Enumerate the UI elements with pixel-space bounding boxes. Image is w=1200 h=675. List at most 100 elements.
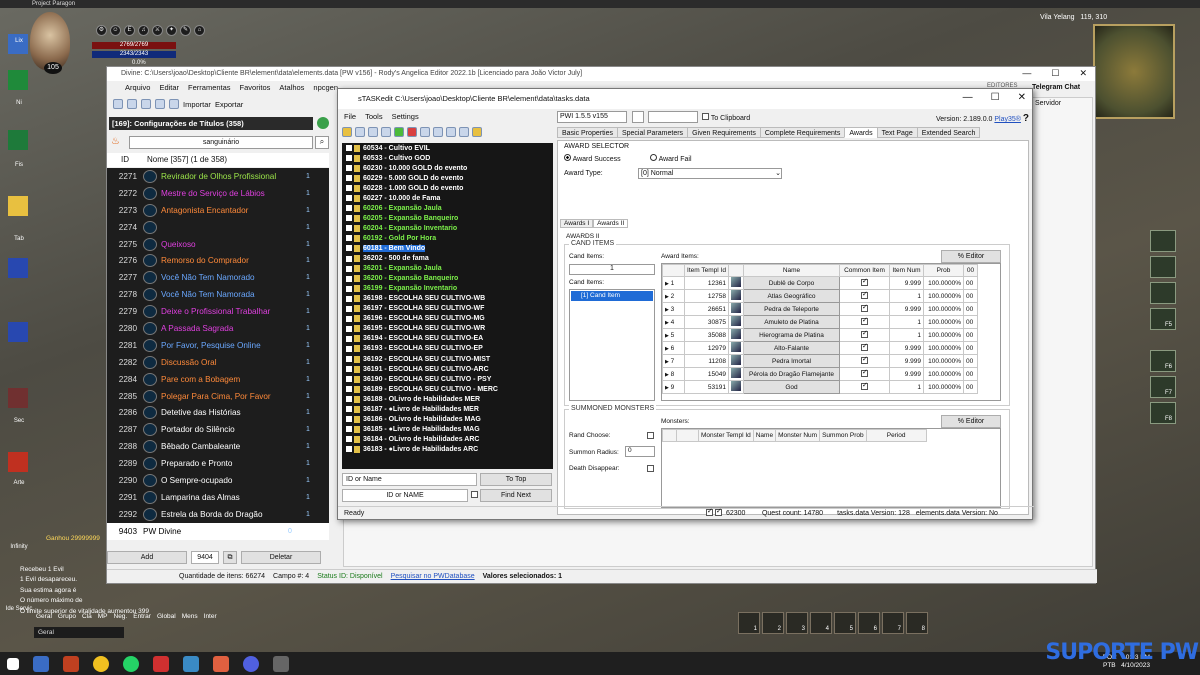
title-row[interactable]: 2275 Queixoso 1 xyxy=(107,236,329,253)
death-disappear-checkbox[interactable] xyxy=(647,465,654,474)
title-row[interactable]: 2286 Detetive das Histórias 1 xyxy=(107,404,329,421)
item-name[interactable]: God xyxy=(743,380,840,395)
item-templ-id[interactable]: 11208 xyxy=(684,354,729,369)
copy-icon[interactable] xyxy=(381,127,391,137)
cand-item-row[interactable]: [1] Cand Item xyxy=(571,291,653,301)
export-icon[interactable] xyxy=(368,127,378,137)
title-row[interactable]: 2278 Você Não Tem Namorada 1 xyxy=(107,286,329,303)
skill-slot[interactable]: 1 xyxy=(738,612,760,634)
common-item-checkbox[interactable] xyxy=(839,315,890,330)
common-item-checkbox[interactable] xyxy=(839,380,890,395)
list-buttons[interactable]: Add 9404 ⧉ Deletar xyxy=(107,549,329,565)
task-row[interactable]: 36187 - ●Livro de Habilidades MER xyxy=(342,404,553,414)
save-icon[interactable] xyxy=(169,99,179,109)
item-name[interactable]: Pérola do Dragão Flamejante xyxy=(743,367,840,382)
chrome-icon[interactable] xyxy=(93,655,109,672)
hotkey-f8[interactable]: F8 xyxy=(1150,402,1176,424)
version-select[interactable]: PWI 1.5.5 v155 xyxy=(557,111,627,123)
chat-tab[interactable]: Neg. xyxy=(114,613,128,623)
task-list[interactable]: 60534 - Cultivo EVIL 60533 - Cultivo GOD 6… xyxy=(342,143,553,469)
desktop-icon[interactable] xyxy=(8,452,28,472)
maximize-icon[interactable]: ☐ xyxy=(991,92,1000,103)
item-num[interactable]: 1 xyxy=(889,289,924,304)
minimize-icon[interactable]: — xyxy=(1022,68,1031,79)
next-icon[interactable] xyxy=(433,127,443,137)
skill-slot[interactable]: 8 xyxy=(906,612,928,634)
task-row[interactable]: 60227 - 10.000 de Fama xyxy=(342,193,553,203)
hotkey-slot[interactable] xyxy=(1150,282,1176,304)
title-row[interactable]: 2279 Deixe o Profissional Trabalhar 1 xyxy=(107,303,329,320)
color-box[interactable] xyxy=(632,111,644,123)
taskbar-app-icon[interactable] xyxy=(273,655,289,672)
pwdatabase-link[interactable]: Pesquisar no PWDatabase xyxy=(391,573,475,580)
task-checkbox[interactable] xyxy=(346,325,352,332)
task-checkbox[interactable] xyxy=(346,315,352,322)
chat-tab[interactable]: MP xyxy=(98,613,108,623)
task-row[interactable]: 36191 - ESCOLHA SEU CULTIVO-ARC xyxy=(342,364,553,374)
task-row[interactable]: 36185 - ●Livro de Habilidades MAG xyxy=(342,424,553,434)
common-item-checkbox[interactable] xyxy=(839,276,890,291)
award-fail-radio[interactable]: Award Fail xyxy=(650,154,692,163)
menu-item[interactable]: File xyxy=(344,112,356,121)
task-checkbox[interactable] xyxy=(346,426,352,433)
title-row[interactable]: 2291 Lamparina das Almas 1 xyxy=(107,489,329,506)
task-checkbox[interactable] xyxy=(346,235,352,242)
search-input[interactable]: ID or NAME xyxy=(342,489,468,502)
title-row[interactable]: 2289 Preparado e Pronto 1 xyxy=(107,455,329,472)
tab-complete-requirements[interactable]: Complete Requirements xyxy=(759,127,846,138)
item-templ-id[interactable]: 53191 xyxy=(684,380,729,395)
whatsapp-icon[interactable] xyxy=(123,655,139,672)
task-checkbox[interactable] xyxy=(346,406,352,413)
title-row[interactable]: 2290 O Sempre-ocupado 1 xyxy=(107,472,329,489)
item-prob[interactable]: 100.0000% xyxy=(923,276,964,291)
prev-icon[interactable] xyxy=(420,127,430,137)
item-templ-id[interactable]: 15049 xyxy=(684,367,729,382)
title-row[interactable]: 2274 1 xyxy=(107,219,329,236)
task-row[interactable]: 60230 - 10.000 GOLD do evento xyxy=(342,163,553,173)
export-button[interactable]: Exportar xyxy=(215,100,243,109)
menu-item[interactable]: Editar xyxy=(159,83,179,95)
item-num[interactable]: 9.999 xyxy=(889,302,924,317)
copy-icon[interactable]: ⧉ xyxy=(223,550,237,564)
common-item-checkbox[interactable] xyxy=(839,302,890,317)
item-templ-id[interactable]: 12758 xyxy=(684,289,729,304)
menu-item[interactable]: Atalhos xyxy=(279,83,304,95)
task-checkbox[interactable] xyxy=(346,165,352,172)
award-item-row[interactable]: ▶ 112361 Dublê de Corpo 9.999100.0000%00 xyxy=(662,276,978,291)
item-prob[interactable]: 100.0000% xyxy=(923,367,964,382)
filter-icon[interactable] xyxy=(472,127,482,137)
status-icons[interactable]: ⚙ ☺ E ♫ ⚔ ✦ ✎ ⌂ xyxy=(96,25,205,36)
task-row[interactable]: 36192 - ESCOLHA SEU CULTIVO-MIST xyxy=(342,354,553,364)
item-prob[interactable]: 100.0000% xyxy=(923,354,964,369)
search-icon[interactable]: ⌕ xyxy=(315,136,329,149)
title-row[interactable]: 2277 Você Não Tem Namorado 1 xyxy=(107,269,329,286)
task-checkbox[interactable] xyxy=(346,275,352,282)
task-row[interactable]: 36202 - 500 de fama xyxy=(342,254,553,264)
task-checkbox[interactable] xyxy=(346,416,352,423)
open-icon[interactable] xyxy=(342,127,352,137)
chat-tab[interactable]: Entrar xyxy=(133,613,151,623)
chat-tab[interactable]: Global xyxy=(157,613,176,623)
task-checkbox[interactable] xyxy=(346,225,352,232)
item-prob[interactable]: 100.0000% xyxy=(923,380,964,395)
task-checkbox[interactable] xyxy=(346,436,352,443)
tab-extended-search[interactable]: Extended Search xyxy=(916,127,981,138)
item-name[interactable]: Hierograma de Platina xyxy=(743,328,840,343)
title-row[interactable]: 2281 Por Favor, Pesquise Online 1 xyxy=(107,337,329,354)
task-checkbox[interactable] xyxy=(346,366,352,373)
item-num[interactable]: 9.999 xyxy=(889,276,924,291)
task-row[interactable]: 60192 - Gold Por Hora xyxy=(342,233,553,243)
item-templ-id[interactable]: 12979 xyxy=(684,341,729,356)
taskbar-app-icon[interactable] xyxy=(153,655,169,672)
chat-tab[interactable]: Grupo xyxy=(58,613,76,623)
title-row[interactable]: 2271 Revirador de Olhos Profissional 1 xyxy=(107,168,329,185)
folder-icon[interactable] xyxy=(155,99,165,109)
skill-slot[interactable]: 3 xyxy=(786,612,808,634)
chat-tabs[interactable]: Geral Grupo Clã MP Neg. Entrar Global Mens Inter xyxy=(36,613,217,623)
task-checkbox[interactable] xyxy=(346,356,352,362)
task-checkbox[interactable] xyxy=(346,175,352,182)
window-controls[interactable]: — ☐ ✕ xyxy=(1022,68,1087,79)
desktop-icon[interactable] xyxy=(8,196,28,216)
back-icon[interactable] xyxy=(113,99,123,109)
task-row[interactable]: 36194 - ESCOLHA SEU CULTIVO-EA xyxy=(342,334,553,344)
